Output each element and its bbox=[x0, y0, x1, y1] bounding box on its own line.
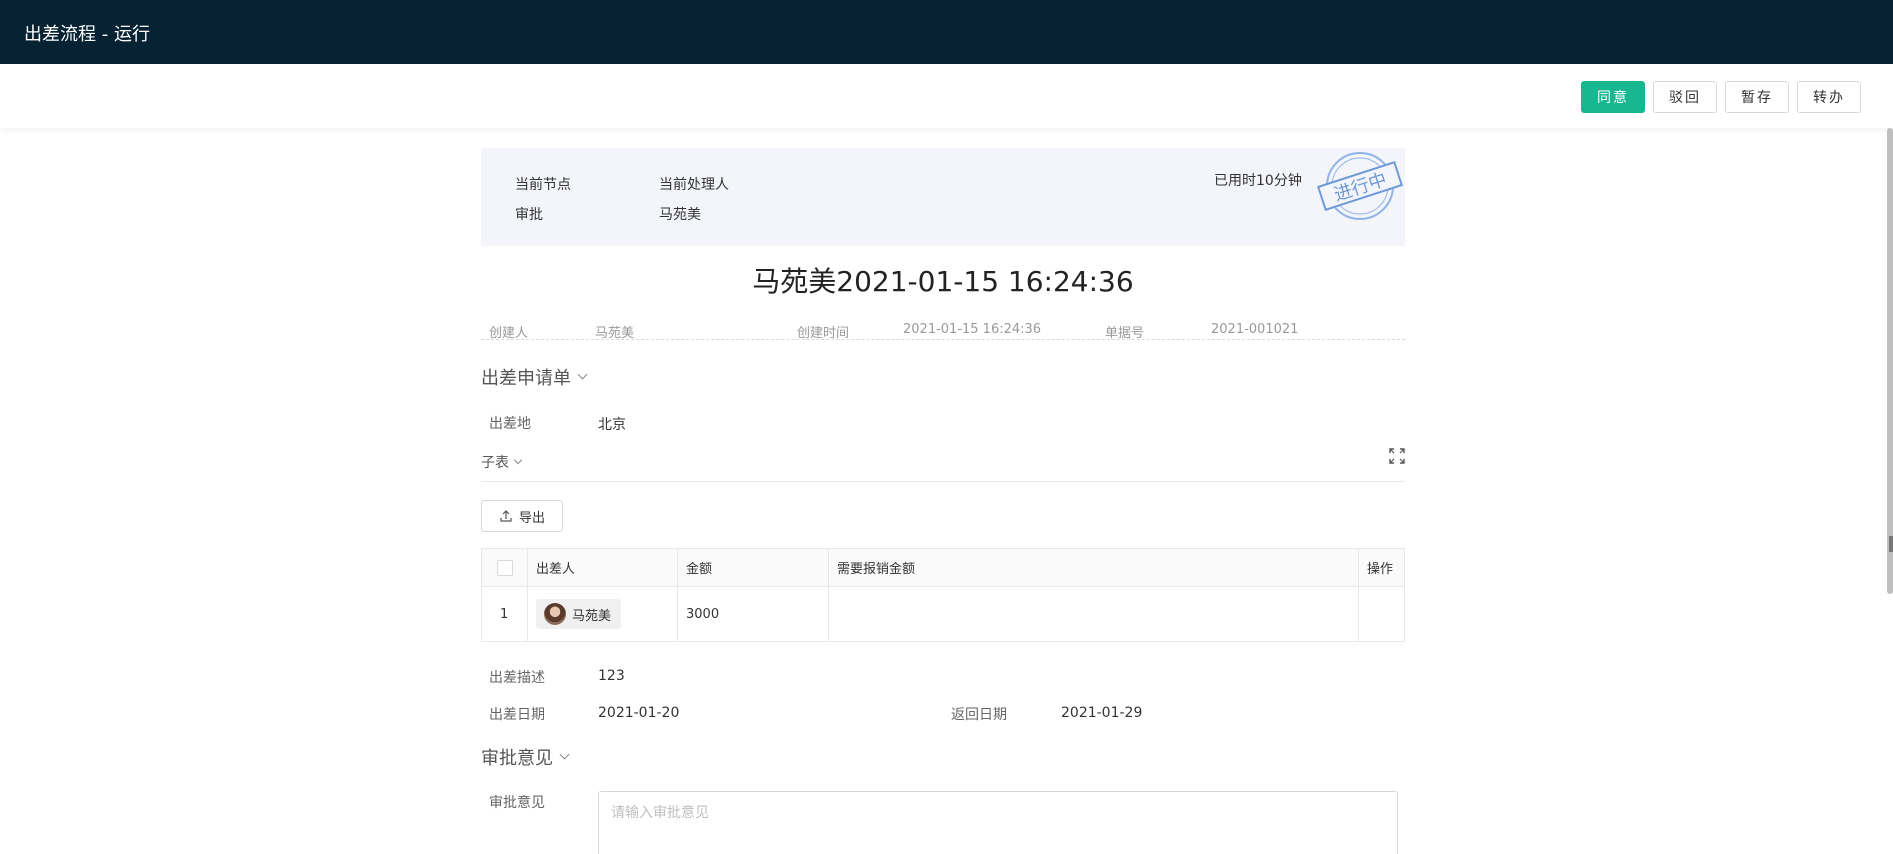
row-index: 1 bbox=[482, 587, 528, 641]
travel-request-section-title: 出差申请单 bbox=[481, 368, 571, 389]
document-title: 马苑美2021-01-15 16:24:36 bbox=[752, 265, 1134, 298]
travel-request-section-toggle[interactable]: 出差申请单 bbox=[481, 364, 588, 390]
return-date-label: 返回日期 bbox=[951, 707, 1007, 723]
top-bar: 出差流程 - 运行 bbox=[0, 0, 1893, 64]
chevron-down-icon bbox=[577, 369, 588, 380]
creator-value: 马苑美 bbox=[595, 326, 635, 341]
avatar bbox=[544, 603, 566, 625]
chevron-down-icon bbox=[559, 749, 570, 760]
form-content: 当前节点 审批 当前处理人 马苑美 已用时10分钟 进行中 马苑美2021-01… bbox=[481, 128, 1405, 854]
approval-section-toggle[interactable]: 审批意见 bbox=[481, 744, 570, 770]
destination-label: 出差地 bbox=[489, 416, 531, 432]
fullscreen-expand-icon[interactable] bbox=[1389, 448, 1405, 464]
select-all-checkbox[interactable] bbox=[497, 559, 513, 576]
transfer-button[interactable]: 转办 bbox=[1797, 81, 1861, 113]
creator-label: 创建人 bbox=[489, 326, 529, 341]
table-row: 1 马苑美 3000 bbox=[482, 587, 1404, 641]
created-time-label: 创建时间 bbox=[797, 326, 850, 341]
upload-icon bbox=[500, 510, 512, 522]
in-progress-stamp-icon: 进行中 bbox=[1316, 152, 1404, 220]
select-all-cell bbox=[482, 549, 528, 586]
header-traveler: 出差人 bbox=[528, 549, 678, 586]
document-meta-row: 创建人 马苑美 创建时间 2021-01-15 16:24:36 单据号 202… bbox=[481, 314, 1405, 341]
reimburse-amount-cell[interactable] bbox=[829, 587, 1359, 641]
traveler-cell: 马苑美 bbox=[528, 587, 678, 641]
current-handler-label: 当前处理人 bbox=[659, 177, 729, 193]
chevron-down-icon bbox=[513, 455, 523, 464]
description-value: 123 bbox=[598, 668, 625, 684]
description-label: 出差描述 bbox=[489, 670, 545, 686]
scrollbar-marker bbox=[1889, 536, 1893, 552]
agree-button[interactable]: 同意 bbox=[1581, 81, 1645, 113]
current-node-value: 审批 bbox=[515, 207, 543, 223]
travelers-table: 出差人 金额 需要报销金额 操作 1 马苑美 3000 bbox=[481, 548, 1405, 642]
elapsed-time: 已用时10分钟 bbox=[1214, 173, 1302, 189]
header-actions: 操作 bbox=[1367, 562, 1394, 577]
subtable-header: 子表 bbox=[481, 448, 1405, 482]
page-title: 出差流程 - 运行 bbox=[24, 24, 150, 45]
status-panel: 当前节点 审批 当前处理人 马苑美 已用时10分钟 进行中 bbox=[481, 148, 1405, 246]
created-time-value: 2021-01-15 16:24:36 bbox=[903, 322, 1042, 337]
export-button-label: 导出 bbox=[518, 509, 545, 525]
traveler-name: 马苑美 bbox=[572, 608, 612, 624]
subtable-toggle[interactable]: 子表 bbox=[481, 452, 523, 472]
destination-value: 北京 bbox=[598, 417, 626, 433]
document-number-value: 2021-001021 bbox=[1211, 322, 1299, 337]
document-number-label: 单据号 bbox=[1105, 326, 1145, 341]
opinion-label: 审批意见 bbox=[489, 795, 545, 811]
action-toolbar: 同意 驳回 暂存 转办 bbox=[0, 64, 1893, 128]
amount-cell: 3000 bbox=[678, 587, 829, 641]
depart-date-label: 出差日期 bbox=[489, 707, 545, 723]
header-amount: 金额 bbox=[678, 549, 829, 586]
export-button[interactable]: 导出 bbox=[481, 500, 563, 532]
table-header-row: 出差人 金额 需要报销金额 操作 bbox=[482, 549, 1404, 587]
header-reimburse-amount: 需要报销金额 bbox=[829, 549, 1359, 586]
actions-cell bbox=[1359, 587, 1404, 641]
current-node-label: 当前节点 bbox=[515, 177, 571, 193]
opinion-textarea[interactable] bbox=[598, 791, 1398, 854]
user-chip[interactable]: 马苑美 bbox=[536, 599, 622, 629]
vertical-scrollbar[interactable] bbox=[1887, 128, 1893, 594]
reject-button[interactable]: 驳回 bbox=[1653, 81, 1717, 113]
subtable-title: 子表 bbox=[481, 455, 509, 471]
current-handler-value: 马苑美 bbox=[659, 207, 701, 223]
return-date-value: 2021-01-29 bbox=[1061, 705, 1143, 721]
save-draft-button[interactable]: 暂存 bbox=[1725, 81, 1789, 113]
approval-section-title: 审批意见 bbox=[481, 748, 553, 769]
depart-date-value: 2021-01-20 bbox=[598, 705, 680, 721]
